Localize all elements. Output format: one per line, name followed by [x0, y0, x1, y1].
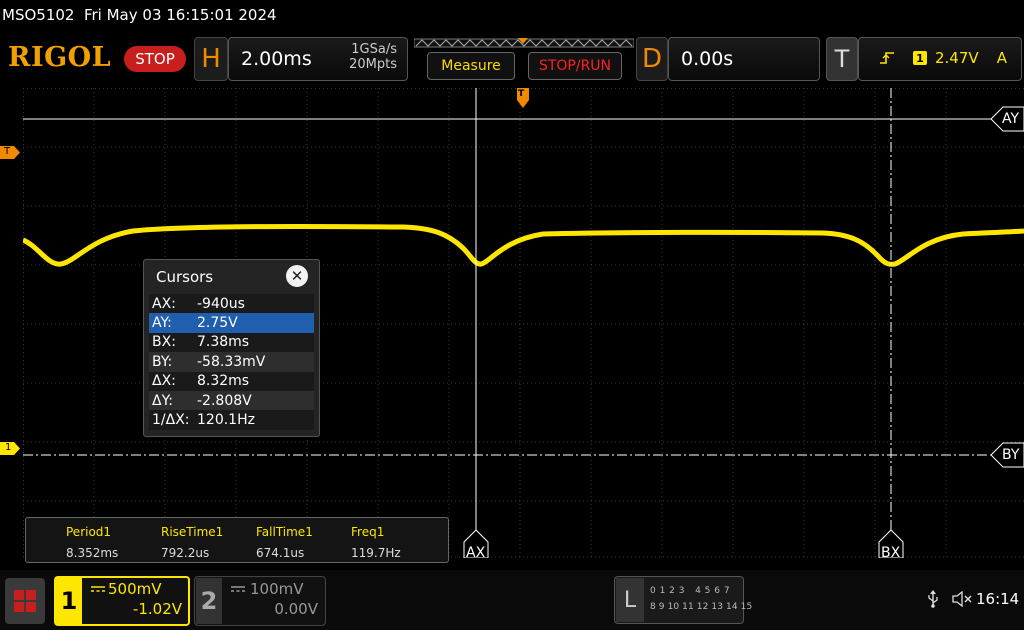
measurement-name: FallTime1	[256, 525, 313, 539]
logic-channels-row1: 0 1 2 3 4 5 6 7	[650, 586, 731, 596]
cursor-row-label: AY:	[152, 315, 172, 332]
cursor-ax-label[interactable]: AX	[466, 545, 485, 561]
trigger-level-marker-label: T	[4, 146, 11, 157]
cursor-row-label: ΔY:	[152, 392, 173, 409]
cursors-panel-title: Cursors	[156, 268, 214, 286]
horizontal-menu-button[interactable]: H	[194, 37, 228, 81]
channel1-offset-marker-label: 1	[5, 442, 12, 453]
channel1-offset-marker[interactable]: 1	[0, 442, 20, 455]
measurement-value: 119.7Hz	[351, 546, 401, 560]
logic-analyzer-letter[interactable]: L	[616, 578, 644, 622]
measurement-name: Period1	[66, 525, 112, 539]
delay-letter: D	[641, 44, 663, 74]
rising-edge-icon	[880, 52, 894, 64]
run-state-badge[interactable]: STOP	[124, 46, 186, 72]
channel1-number[interactable]: 1	[56, 578, 82, 624]
channel2-offset: 0.00V	[274, 600, 318, 618]
measurement-name: RiseTime1	[161, 525, 224, 539]
measurement-panel[interactable]: Period1 8.352ms RiseTime1 792.2us FallTi…	[25, 517, 449, 563]
cursor-by-label[interactable]: BY	[1002, 447, 1019, 463]
stop-run-button[interactable]: STOP/RUN	[528, 52, 622, 80]
trigger-settings[interactable]: 1 2.47V A	[858, 37, 1022, 81]
cursor-row-by[interactable]: BY: -58.33mV	[149, 352, 314, 372]
cursor-row-bx[interactable]: BX: 7.38ms	[149, 332, 314, 353]
dc-coupling-icon	[231, 586, 245, 592]
cursor-row-value: 7.38ms	[197, 334, 250, 351]
rigol-logo: RIGOL	[8, 42, 112, 73]
cursor-row-label: BY:	[152, 353, 173, 370]
cursor-row-label: BX:	[152, 334, 176, 351]
measurement-value: 8.352ms	[66, 546, 119, 560]
cursor-row-value: 2.75V	[197, 315, 238, 332]
horizontal-settings[interactable]: 2.00ms 1GSa/s 20Mpts	[228, 37, 408, 81]
delay-value: 0.00s	[681, 48, 734, 70]
cursor-row-delta-x[interactable]: ΔX: 8.32ms	[149, 371, 314, 391]
channel1-scale: 500mV	[108, 580, 162, 598]
grid-menu-icon	[14, 590, 36, 612]
status-line: MSO5102 Fri May 03 16:15:01 2024	[2, 6, 277, 24]
cursor-ay-label[interactable]: AY	[1002, 111, 1019, 127]
cursor-row-delta-y[interactable]: ΔY: -2.808V	[149, 390, 314, 411]
system-clock: 16:14	[976, 590, 1020, 608]
channel2-number[interactable]: 2	[196, 578, 222, 624]
cursor-row-ay[interactable]: AY: 2.75V	[149, 313, 314, 333]
channel1-offset: -1.02V	[132, 600, 182, 618]
close-icon[interactable]: ✕	[286, 265, 308, 287]
channel2-scale: 100mV	[250, 580, 304, 598]
timebase-scale: 2.00ms	[241, 48, 312, 70]
cursor-row-label: ΔX:	[152, 373, 176, 390]
trigger-position-bar	[414, 38, 634, 48]
cursor-row-value: -58.33mV	[197, 353, 266, 370]
main-menu-button[interactable]	[5, 578, 45, 624]
acquisition-info: 1GSa/s 20Mpts	[349, 42, 397, 72]
sample-rate: 1GSa/s	[351, 42, 397, 57]
trigger-level-value: 2.47V	[935, 49, 979, 67]
cursor-row-ax[interactable]: AX: -940us	[149, 294, 314, 314]
cursor-row-inverse-delta-x[interactable]: 1/ΔX: 120.1Hz	[149, 410, 314, 430]
cursor-row-value: 8.32ms	[197, 373, 250, 390]
cursor-row-label: AX:	[152, 295, 176, 312]
cursor-row-value: -2.808V	[197, 392, 252, 409]
usb-icon	[928, 590, 938, 608]
trigger-mode: A	[996, 49, 1007, 67]
dc-coupling-icon	[91, 586, 105, 592]
cursor-row-value: -940us	[197, 295, 245, 312]
cursor-readout-table: AX: -940us AY: 2.75V BX: 7.38ms BY: -58.33mV…	[149, 294, 314, 430]
measurement-value: 792.2us	[161, 546, 210, 560]
delay-menu-button[interactable]: D	[636, 37, 668, 81]
trigger-level-marker[interactable]: T	[0, 146, 20, 159]
delay-settings[interactable]: 0.00s	[668, 37, 820, 81]
horizontal-letter: H	[201, 44, 221, 74]
measurement-name: Freq1	[351, 525, 385, 539]
trigger-menu-button[interactable]: T	[826, 37, 858, 81]
cursor-bx-label[interactable]: BX	[881, 545, 900, 561]
logic-channels-row2: 8 9 10 11 12 13 14 15	[650, 602, 753, 612]
measure-button[interactable]: Measure	[427, 52, 515, 80]
cursor-row-value: 120.1Hz	[197, 412, 255, 429]
trigger-source-badge: 1	[913, 51, 927, 65]
cursors-panel[interactable]: Cursors ✕ AX: -940us AY: 2.75V BX: 7.38ms B…	[143, 259, 320, 437]
trigger-letter: T	[834, 45, 850, 73]
speaker-mute-icon[interactable]	[952, 591, 972, 607]
memory-depth: 20Mpts	[349, 57, 397, 72]
measurement-value: 674.1us	[256, 546, 305, 560]
cursor-row-label: 1/ΔX:	[152, 412, 190, 429]
trigger-time-marker-label: T	[518, 89, 525, 99]
